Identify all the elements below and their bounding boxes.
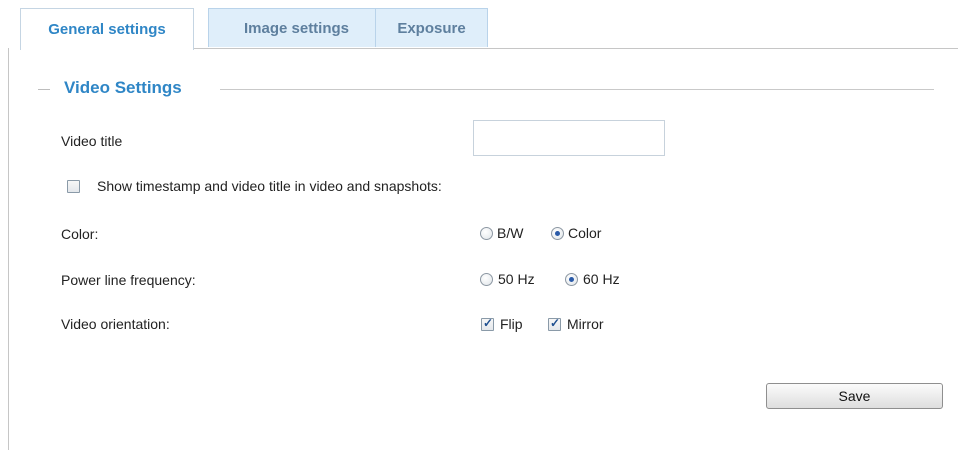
color-color-radio[interactable] [551,227,564,240]
tab-label: Image settings [243,19,350,37]
power-60hz-label: 60 Hz [583,271,620,287]
tab-exposure[interactable]: Exposure [375,8,488,47]
power-50hz-label: 50 Hz [498,271,535,287]
color-label: Color: [61,226,99,242]
video-title-input[interactable] [473,120,665,156]
video-orientation-label: Video orientation: [61,316,170,332]
tab-label: Exposure [397,19,466,37]
color-bw-radio[interactable] [480,227,493,240]
save-button[interactable]: Save [766,383,943,409]
fieldset-border-right [220,89,934,90]
tab-general-settings[interactable]: General settings [20,8,194,50]
tab-image-settings[interactable]: Image settings [208,8,385,47]
flip-label: Flip [500,316,523,332]
flip-checkbox[interactable]: ✓ [481,316,494,331]
video-title-label: Video title [61,133,123,149]
mirror-checkbox[interactable]: ✓ [548,316,561,331]
fieldset-border-left [38,89,50,90]
power-50hz-radio[interactable] [480,273,493,286]
check-icon: ✓ [550,316,561,330]
panel-border-top [188,48,958,49]
mirror-label: Mirror [567,316,604,332]
check-icon: ✓ [483,316,494,330]
section-title: Video Settings [64,78,182,97]
power-60hz-radio[interactable] [565,273,578,286]
panel-border-left [8,48,9,450]
tab-label: General settings [48,21,166,38]
show-timestamp-label: Show timestamp and video title in video … [97,178,442,194]
color-bw-label: B/W [497,225,524,241]
show-timestamp-checkbox[interactable] [67,180,80,193]
power-line-label: Power line frequency: [61,272,196,288]
color-color-label: Color [568,225,602,241]
